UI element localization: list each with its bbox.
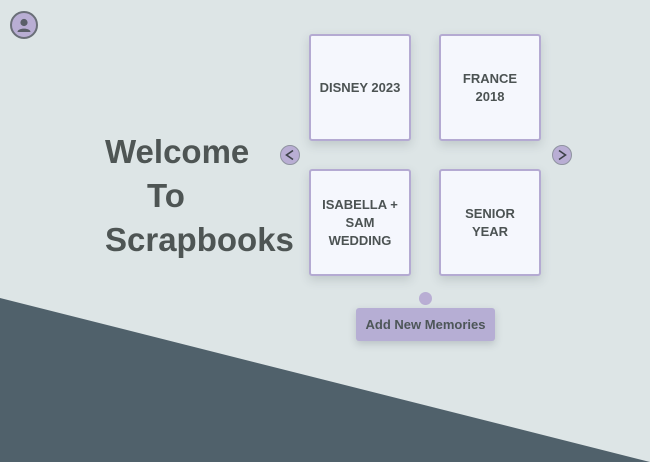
welcome-line-1: Welcome: [105, 133, 250, 170]
scrapbook-card[interactable]: DISNEY 2023: [309, 34, 411, 141]
scrapbook-card[interactable]: SENIOR YEAR: [439, 169, 541, 276]
scrapbook-title: ISABELLA + SAM WEDDING: [322, 196, 398, 248]
page-indicator-dot: [419, 292, 432, 305]
scrapbook-title: FRANCE 2018: [462, 70, 518, 104]
chevron-right-icon: [558, 149, 567, 161]
prev-page-button[interactable]: [280, 145, 300, 165]
user-avatar-icon: [17, 18, 31, 32]
next-page-button[interactable]: [552, 145, 572, 165]
add-new-memories-button[interactable]: Add New Memories: [356, 308, 495, 341]
scrapbook-title: DISNEY 2023: [319, 79, 401, 95]
chevron-left-icon: [285, 149, 294, 161]
add-new-memories-label: Add New Memories: [365, 317, 486, 332]
scrapbook-title: SENIOR YEAR: [465, 205, 515, 239]
scrapbook-card[interactable]: FRANCE 2018: [439, 34, 541, 141]
scrapbook-card[interactable]: ISABELLA + SAM WEDDING: [309, 169, 411, 276]
welcome-heading: Welcome To Scrapbooks: [105, 130, 305, 262]
welcome-line-3: Scrapbooks: [105, 221, 294, 258]
welcome-line-2: To: [147, 177, 185, 214]
profile-button[interactable]: [10, 11, 38, 39]
